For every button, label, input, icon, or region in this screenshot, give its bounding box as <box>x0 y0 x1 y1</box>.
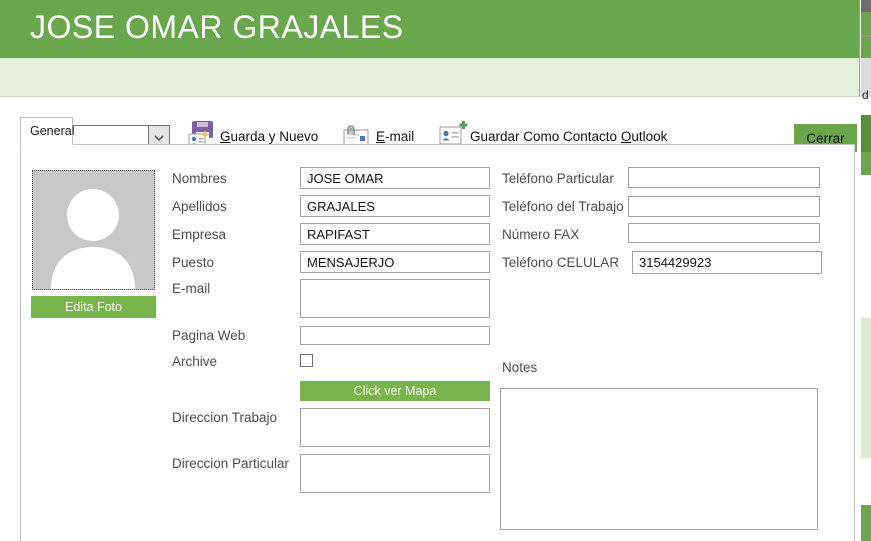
telefono-trabajo-input[interactable] <box>628 196 820 217</box>
tab-general[interactable]: General <box>20 117 73 145</box>
background-window-edge: d <box>860 0 871 541</box>
telefono-trabajo-label: Teléfono del Trabajo <box>502 199 624 214</box>
contact-photo-placeholder[interactable] <box>32 170 155 290</box>
direccion-trabajo-input[interactable] <box>300 408 490 447</box>
telefono-celular-label: Teléfono CELULAR <box>502 255 619 270</box>
email-field-label: E-mail <box>172 281 210 296</box>
puesto-label: Puesto <box>172 255 214 270</box>
edit-photo-button[interactable]: Edita Foto <box>31 296 156 318</box>
email-button[interactable]: E-mail <box>376 129 414 144</box>
pagina-web-input[interactable] <box>300 326 490 345</box>
apellidos-label: Apellidos <box>172 199 227 214</box>
contact-form-window: JOSE OMAR GRAJALES Ir A Guarda y Nu <box>0 0 871 541</box>
notes-input[interactable] <box>500 388 818 530</box>
save-outlook-contact-button[interactable]: Guardar Como Contacto Outlook <box>470 129 667 144</box>
email-input[interactable] <box>300 279 490 318</box>
edge-text-fragment: d <box>862 88 869 102</box>
archive-checkbox[interactable] <box>300 354 313 367</box>
nombres-label: Nombres <box>172 171 227 186</box>
direccion-particular-input[interactable] <box>300 454 490 493</box>
page-title: JOSE OMAR GRAJALES <box>30 9 404 46</box>
empresa-label: Empresa <box>172 227 226 242</box>
nombres-input[interactable] <box>300 167 490 189</box>
puesto-input[interactable] <box>300 251 490 273</box>
save-new-button[interactable]: Guarda y Nuevo <box>220 129 318 144</box>
notes-label: Notes <box>502 360 537 375</box>
direccion-particular-label: Direccion Particular <box>172 456 289 471</box>
direccion-trabajo-label: Direccion Trabajo <box>172 410 277 425</box>
person-silhouette-icon <box>33 171 154 289</box>
empresa-input[interactable] <box>300 223 490 245</box>
ver-mapa-button[interactable]: Click ver Mapa <box>300 381 490 401</box>
telefono-celular-input[interactable] <box>632 251 822 274</box>
numero-fax-label: Número FAX <box>502 227 579 242</box>
title-bar: JOSE OMAR GRAJALES <box>0 0 860 58</box>
toolbar: Ir A Guarda y Nuevo <box>0 58 860 97</box>
pagina-web-label: Pagina Web <box>172 328 245 343</box>
numero-fax-input[interactable] <box>628 223 820 243</box>
telefono-particular-input[interactable] <box>628 167 820 188</box>
apellidos-input[interactable] <box>300 195 490 217</box>
archive-label: Archive <box>172 354 217 369</box>
telefono-particular-label: Teléfono Particular <box>502 171 614 186</box>
